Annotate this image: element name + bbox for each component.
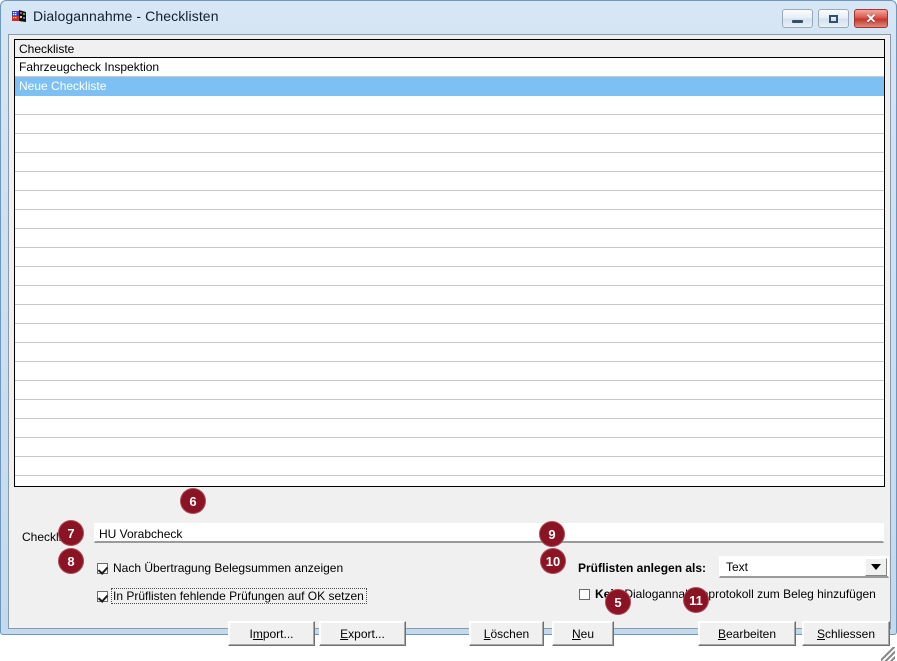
maximize-icon <box>829 14 838 23</box>
table-row-empty[interactable] <box>15 210 884 229</box>
table-row-empty[interactable] <box>15 400 884 419</box>
callout-badge-6: 6 <box>180 488 206 514</box>
checkbox-kein-protokoll[interactable] <box>579 588 590 600</box>
table-row-empty[interactable] <box>15 419 884 438</box>
export-button-label: Export... <box>340 626 385 641</box>
dialog-window: Dialogannahme - Checklisten ✕ Checkliste… <box>0 0 897 661</box>
close-button[interactable]: ✕ <box>854 9 888 28</box>
checkbox-prueflisten-ok-label: In Prüflisten fehlende Prüfungen auf OK … <box>111 588 367 604</box>
table-row-empty[interactable] <box>15 153 884 172</box>
callout-badge-11: 11 <box>683 587 709 613</box>
table-row-empty[interactable] <box>15 324 884 343</box>
window-title: Dialogannahme - Checklisten <box>33 8 219 24</box>
table-row[interactable]: Fahrzeugcheck Inspektion <box>15 58 884 77</box>
dialog-client-area: Checkliste Fahrzeugcheck Inspektion Neue … <box>8 34 895 661</box>
checkbox-row-prueflisten-ok[interactable]: In Prüflisten fehlende Prüfungen auf OK … <box>97 588 367 604</box>
checkbox-kein-protokoll-rest: Dialogannahmeprotokoll zum Beleg hinzufü… <box>621 587 876 601</box>
table-row-empty[interactable] <box>15 343 884 362</box>
table-row-empty[interactable] <box>15 172 884 191</box>
minimize-icon <box>792 20 803 23</box>
export-button[interactable]: Export... <box>319 621 406 646</box>
grid-column-header-checkliste: Checkliste <box>15 40 884 58</box>
callout-badge-5: 5 <box>605 589 631 615</box>
new-button-label: Neu <box>571 626 595 641</box>
title-bar: Dialogannahme - Checklisten ✕ <box>1 1 896 33</box>
table-row-empty[interactable] <box>15 134 884 153</box>
prueflisten-format-dropdown[interactable]: Text <box>719 556 889 578</box>
table-row-empty[interactable] <box>15 362 884 381</box>
table-row-empty[interactable] <box>15 191 884 210</box>
maximize-button[interactable] <box>818 9 849 28</box>
table-row-empty[interactable] <box>15 248 884 267</box>
table-row-empty[interactable] <box>15 286 884 305</box>
callout-badge-8: 8 <box>58 548 84 574</box>
checkbox-row-belegsummen[interactable]: Nach Übertragung Belegsummen anzeigen <box>97 561 343 575</box>
checkbox-belegsummen-label: Nach Übertragung Belegsummen anzeigen <box>113 561 344 575</box>
checkbox-belegsummen[interactable] <box>97 562 108 574</box>
close-dialog-button[interactable]: Schliessen <box>802 621 890 646</box>
table-row-empty[interactable] <box>15 381 884 400</box>
minimize-button[interactable] <box>782 9 813 28</box>
callout-badge-9: 9 <box>539 521 565 547</box>
chevron-down-icon[interactable] <box>865 558 887 576</box>
delete-button-label: Löschen <box>483 626 530 641</box>
app-flag-icon <box>12 10 26 22</box>
checkbox-kein-protokoll-label: Kein Dialogannahmeprotokoll zum Beleg hi… <box>595 587 876 601</box>
import-button-label: Import... <box>249 626 294 641</box>
resize-grip-icon[interactable] <box>881 647 895 661</box>
checkliste-grid[interactable]: Checkliste Fahrzeugcheck Inspektion Neue … <box>14 39 885 487</box>
delete-button[interactable]: Löschen <box>469 621 544 646</box>
close-icon: ✕ <box>865 11 877 26</box>
table-row-empty[interactable] <box>15 267 884 286</box>
edit-button-label: Bearbeiten <box>717 626 777 641</box>
table-row[interactable]: Neue Checkliste <box>15 77 884 96</box>
close-dialog-button-label: Schliessen <box>816 626 876 641</box>
new-button[interactable]: Neu <box>552 621 614 646</box>
checkbox-prueflisten-ok[interactable] <box>97 590 108 602</box>
table-row-empty[interactable] <box>15 115 884 134</box>
table-row-empty[interactable] <box>15 96 884 115</box>
table-row-empty[interactable] <box>15 438 884 457</box>
table-row-empty[interactable] <box>15 305 884 324</box>
import-button[interactable]: Import... <box>228 621 315 646</box>
grid-body: Fahrzeugcheck Inspektion Neue Checkliste <box>15 58 884 486</box>
edit-button[interactable]: Bearbeiten <box>698 621 796 646</box>
table-row-empty[interactable] <box>15 229 884 248</box>
callout-badge-10: 10 <box>540 548 566 574</box>
callout-badge-7: 7 <box>58 520 84 546</box>
table-row-empty[interactable] <box>15 476 884 486</box>
table-row-empty[interactable] <box>15 457 884 476</box>
checkliste-input[interactable] <box>94 523 884 543</box>
prueflisten-anlegen-als-label: Prüflisten anlegen als: <box>578 561 707 575</box>
prueflisten-format-value: Text <box>726 560 749 574</box>
